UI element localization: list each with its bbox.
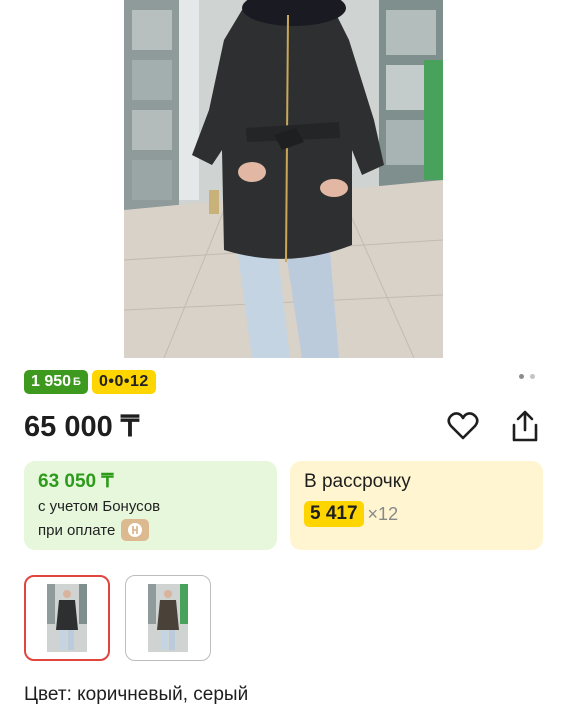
badges-row: 1 950 Б 0•0•12	[24, 370, 156, 394]
pager-dot	[530, 374, 535, 379]
payment-line: при оплате	[38, 519, 263, 541]
heart-icon	[447, 412, 479, 440]
color-info: Цвет: коричневый, серый	[24, 684, 249, 705]
payment-label: при оплате	[38, 521, 116, 539]
color-thumbnail-selected[interactable]	[24, 575, 110, 661]
pager-dot-active	[519, 374, 524, 379]
installment-months: ×12	[367, 503, 399, 524]
image-pager	[519, 374, 535, 379]
share-icon	[512, 410, 538, 442]
product-photo[interactable]	[124, 0, 443, 358]
bonus-price-card[interactable]: 63 050 ₸ с учетом Бонусов при оплате	[24, 461, 277, 550]
bonus-badge-value: 1 950	[31, 373, 72, 390]
installment-amount: 5 417	[304, 501, 364, 527]
bonus-badge-unit: Б	[73, 376, 81, 388]
payment-method-icon	[121, 519, 150, 541]
installment-badge: 0•0•12	[91, 370, 156, 394]
bonus-line: с учетом Бонусов	[38, 498, 161, 515]
favorite-button[interactable]	[444, 407, 482, 445]
thumbnail-image	[148, 584, 188, 652]
color-thumbnail[interactable]	[125, 575, 211, 661]
installment-row: 5 417 ×12	[304, 501, 529, 527]
bonus-badge: 1 950 Б	[24, 370, 88, 394]
thumbnail-image	[47, 584, 87, 652]
installment-card[interactable]: В рассрочку 5 417 ×12	[290, 461, 543, 550]
bonus-price: 63 050 ₸	[38, 471, 114, 492]
installment-title: В рассрочку	[304, 471, 411, 492]
product-price: 65 000 ₸	[24, 411, 140, 443]
share-button[interactable]	[506, 407, 544, 445]
